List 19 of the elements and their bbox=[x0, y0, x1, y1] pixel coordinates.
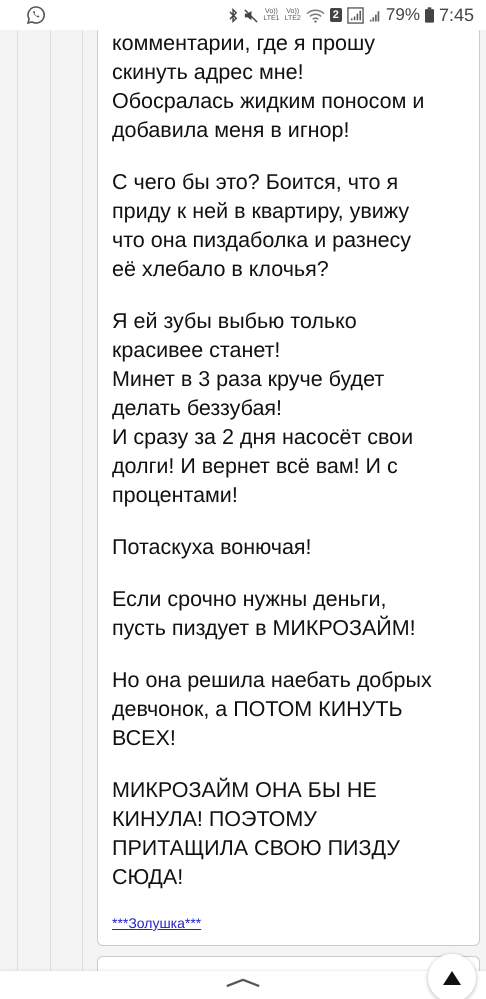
sim-badge: 2 bbox=[330, 8, 342, 22]
mute-icon bbox=[243, 8, 258, 22]
wifi-icon bbox=[306, 8, 325, 22]
battery-icon bbox=[424, 7, 434, 23]
author-link[interactable]: ***Золушка*** bbox=[112, 915, 202, 931]
comment-text: комментарии, где я прошу скинуть адрес мне! Обосралась жидким поносом и добавила меня в игнор! bbox=[112, 30, 426, 144]
comment-text: МИКРОЗАЙМ ОНА БЫ НЕ КИНУЛА! ПОЭТОМУ ПРИТАЩИЛА СВОЮ ПИЗДУ СЮДА! bbox=[112, 776, 401, 891]
comment-text: Но она решила наебать добрых девчонок, а ПОТОМ КИНУТЬ ВСЕХ! bbox=[112, 667, 433, 752]
chat-bubble-icon bbox=[26, 5, 46, 25]
chevron-up-icon bbox=[225, 977, 261, 988]
clock-time: 7:45 bbox=[438, 4, 474, 26]
signal-icon bbox=[346, 6, 364, 24]
bluetooth-icon bbox=[229, 8, 238, 22]
battery-percent: 79% bbox=[386, 5, 420, 25]
comment-text: С чего бы это? Боится, что я приду к ней в квартиру, увижу что она пиздаболка и разнесу её хлебало в клочья? bbox=[112, 169, 412, 283]
up-triangle-icon bbox=[442, 970, 462, 986]
comment-text: Потаскуха вонючая! bbox=[112, 534, 313, 561]
comment-text: Если срочно нужны деньги, пусть пиздует в МИКРОЗАЙМ! bbox=[112, 586, 417, 642]
comment-text: Я ей зубы выбью только красивее станет! Минет в 3 раза круче будет делать беззубая! И сразу за 2 дня насосёт свои долги! И вернет всё вам! И с процентами! bbox=[112, 308, 414, 509]
